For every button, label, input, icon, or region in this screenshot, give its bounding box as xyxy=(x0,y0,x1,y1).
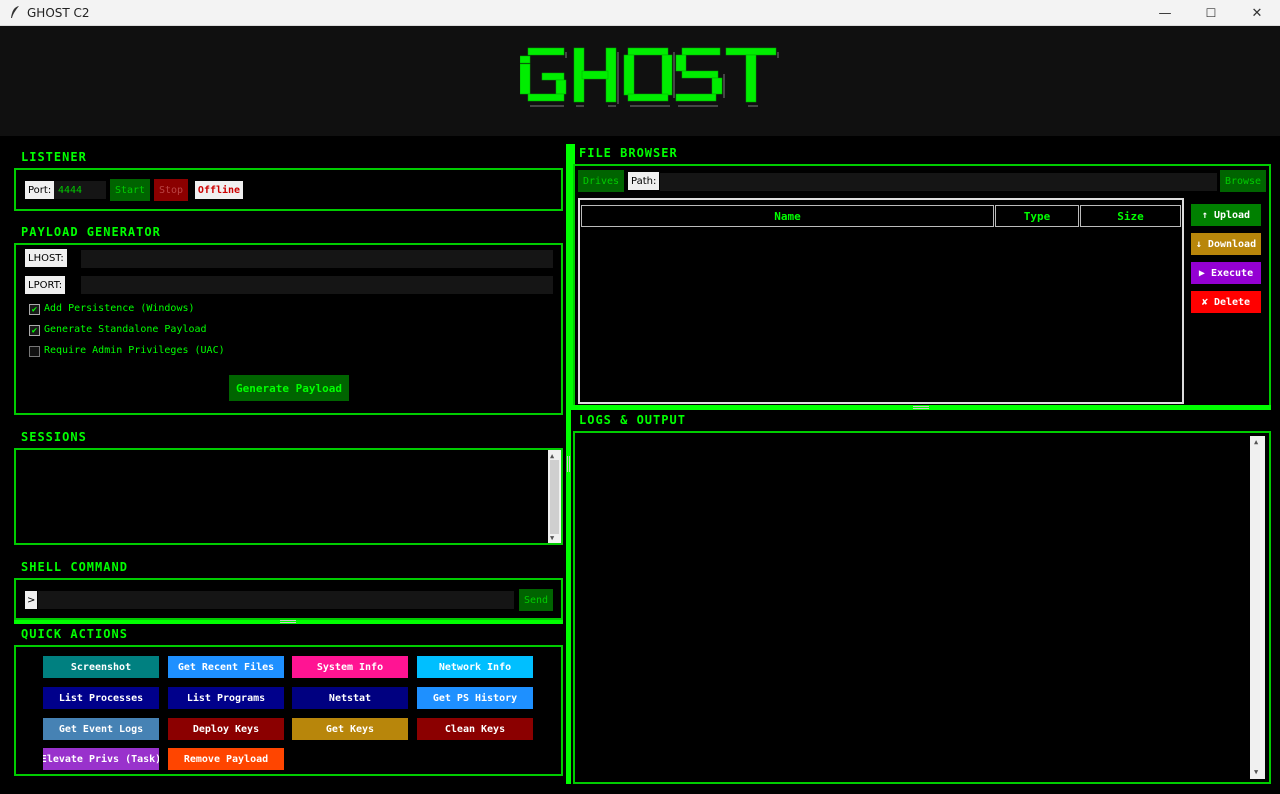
sessions-title: SESSIONS xyxy=(21,430,87,444)
standalone-label: Generate Standalone Payload xyxy=(44,324,207,335)
listener-status: Offline xyxy=(195,181,243,199)
left-pane-sash[interactable] xyxy=(14,620,563,624)
download-button[interactable]: ↓ Download xyxy=(1191,233,1261,255)
stop-button[interactable]: Stop xyxy=(154,179,188,201)
screenshot-button[interactable]: Screenshot xyxy=(43,656,159,678)
window-title: GHOST C2 xyxy=(27,6,90,20)
file-browser-frame: Drives Path: Browse Name Type Size ↑ Upl… xyxy=(573,164,1271,408)
drives-button[interactable]: Drives xyxy=(578,170,624,192)
persistence-label: Add Persistence (Windows) xyxy=(44,303,195,314)
browse-button[interactable]: Browse xyxy=(1220,170,1266,192)
logs-title: LOGS & OUTPUT xyxy=(579,413,686,427)
logs-output[interactable]: ▲ ▼ xyxy=(573,431,1271,784)
listener-title: LISTENER xyxy=(21,150,87,164)
quick-actions-title: QUICK ACTIONS xyxy=(21,627,128,641)
feather-icon xyxy=(11,6,19,18)
file-browser-title: FILE BROWSER xyxy=(579,146,678,160)
sessions-scrollbar[interactable]: ▲ ▼ xyxy=(548,450,561,543)
execute-button[interactable]: ▶ Execute xyxy=(1191,262,1261,284)
logs-scroll-up-icon[interactable]: ▲ xyxy=(1254,438,1258,446)
send-button[interactable]: Send xyxy=(519,589,553,611)
shell-frame: > Send xyxy=(14,578,563,620)
scroll-thumb[interactable] xyxy=(550,460,559,534)
upload-button[interactable]: ↑ Upload xyxy=(1191,204,1261,226)
get-keys-button[interactable]: Get Keys xyxy=(292,718,408,740)
ghost-logo xyxy=(520,47,779,107)
payload-frame: LHOST: LPORT: ✔ Add Persistence (Windows… xyxy=(14,243,563,415)
persistence-checkbox[interactable]: ✔ xyxy=(29,304,40,315)
lport-label: LPORT: xyxy=(25,276,66,294)
admin-label: Require Admin Privileges (UAC) xyxy=(44,345,225,356)
logs-scrollbar[interactable]: ▲ ▼ xyxy=(1250,436,1265,779)
elevate-privs-button[interactable]: Elevate Privs (Task) xyxy=(43,748,159,770)
standalone-checkbox[interactable]: ✔ xyxy=(29,325,40,336)
port-input[interactable]: 4444 xyxy=(54,181,106,199)
shell-title: SHELL COMMAND xyxy=(21,560,128,574)
remove-payload-button[interactable]: Remove Payload xyxy=(168,748,284,770)
scroll-up-icon[interactable]: ▲ xyxy=(550,452,554,460)
system-info-button[interactable]: System Info xyxy=(292,656,408,678)
column-name[interactable]: Name xyxy=(581,205,994,227)
payload-title: PAYLOAD GENERATOR xyxy=(21,225,161,239)
deploy-keys-button[interactable]: Deploy Keys xyxy=(168,718,284,740)
window-titlebar: GHOST C2 — ☐ ✕ xyxy=(0,0,1280,26)
listener-frame: Port: 4444 Start Stop Offline xyxy=(14,168,563,211)
delete-button[interactable]: ✘ Delete xyxy=(1191,291,1261,313)
quick-actions-frame: Screenshot Get Recent Files System Info … xyxy=(14,645,563,776)
get-event-logs-button[interactable]: Get Event Logs xyxy=(43,718,159,740)
right-sash-grip-icon[interactable] xyxy=(913,406,929,409)
minimize-button[interactable]: — xyxy=(1142,0,1188,26)
generate-payload-button[interactable]: Generate Payload xyxy=(229,375,349,401)
logs-scroll-down-icon[interactable]: ▼ xyxy=(1254,768,1258,776)
list-programs-button[interactable]: List Programs xyxy=(168,687,284,709)
lport-input[interactable] xyxy=(81,276,553,294)
maximize-button[interactable]: ☐ xyxy=(1188,0,1234,26)
lhost-input[interactable] xyxy=(81,250,553,268)
column-size[interactable]: Size xyxy=(1080,205,1181,227)
banner xyxy=(0,26,1280,136)
sash-grip-icon[interactable] xyxy=(280,620,296,623)
sessions-list[interactable]: ▲ ▼ xyxy=(14,448,563,545)
clean-keys-button[interactable]: Clean Keys xyxy=(417,718,533,740)
column-type[interactable]: Type xyxy=(995,205,1079,227)
close-button[interactable]: ✕ xyxy=(1234,0,1280,26)
path-label: Path: xyxy=(628,172,660,190)
port-label: Port: xyxy=(25,181,55,199)
admin-checkbox[interactable] xyxy=(29,346,40,357)
shell-prompt: > xyxy=(25,591,38,609)
start-button[interactable]: Start xyxy=(110,179,150,201)
netstat-button[interactable]: Netstat xyxy=(292,687,408,709)
list-processes-button[interactable]: List Processes xyxy=(43,687,159,709)
path-input[interactable] xyxy=(660,173,1217,191)
shell-input[interactable] xyxy=(38,591,514,609)
file-table[interactable]: Name Type Size xyxy=(578,198,1184,404)
scroll-down-icon[interactable]: ▼ xyxy=(550,534,554,542)
vsash-grip-icon[interactable] xyxy=(567,456,570,472)
network-info-button[interactable]: Network Info xyxy=(417,656,533,678)
get-ps-history-button[interactable]: Get PS History xyxy=(417,687,533,709)
get-recent-files-button[interactable]: Get Recent Files xyxy=(168,656,284,678)
lhost-label: LHOST: xyxy=(25,249,67,267)
right-pane-sash[interactable] xyxy=(573,405,1271,410)
